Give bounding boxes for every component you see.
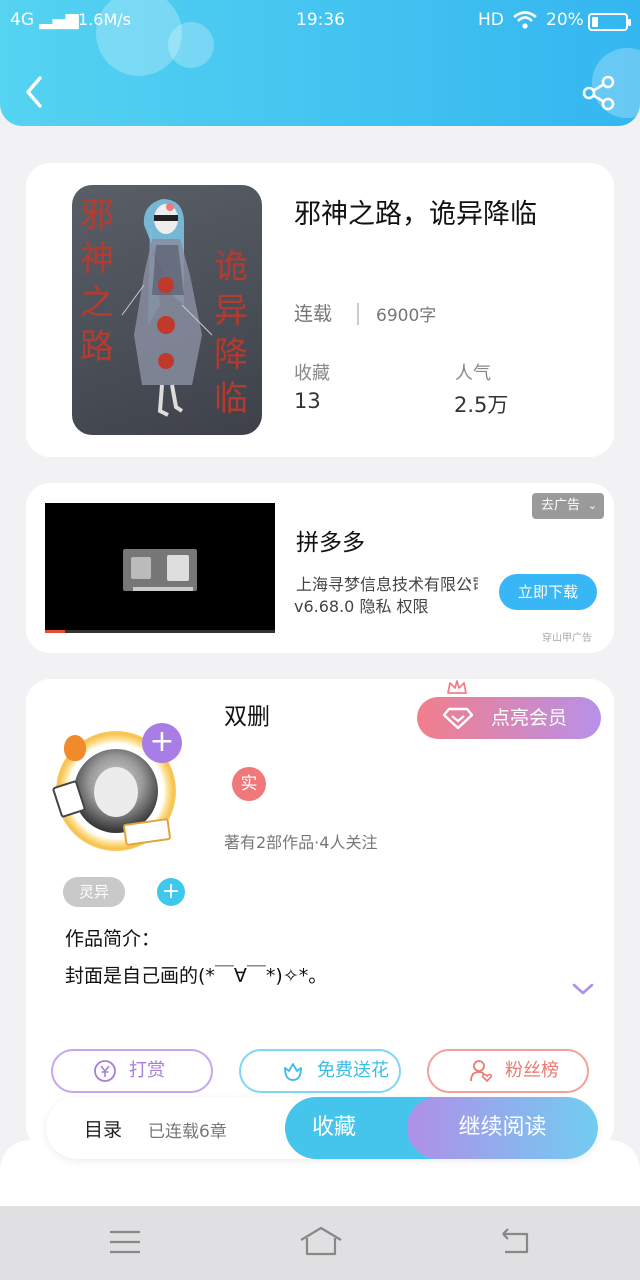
status-bar: 4G ▂▄▆ 1.6M/s 19:36 HD 20% (0, 8, 640, 36)
intro-text: 封面是自己画的(*￣∀￣*)✧*。 (65, 965, 328, 987)
divider (357, 303, 359, 325)
network-label: 4G (10, 10, 34, 30)
ad-source: 穿山甲广告 (542, 633, 592, 644)
vip-button[interactable]: 点亮会员 (417, 697, 601, 739)
word-count: 6900字 (376, 306, 437, 326)
book-info-card: 邪神之路 诡异降临 邪神之路，诡异降临 连载 6900字 收藏 13 人气 2.… (26, 163, 614, 457)
menu-button[interactable] (105, 1224, 145, 1260)
battery-icon (588, 13, 631, 31)
favorites-value: 13 (294, 389, 321, 413)
ad-app-name: 拼多多 (296, 530, 365, 556)
ad-version-line[interactable]: v6.68.0 隐私 权限 (294, 593, 429, 617)
chevron-down-icon[interactable] (571, 981, 595, 997)
continue-reading-button[interactable]: 继续阅读 (407, 1097, 598, 1159)
avatar-frame-flower (64, 735, 86, 761)
plus-icon: + (161, 879, 181, 904)
battery-percent: 20% (546, 10, 584, 30)
ad-video-caption (133, 587, 193, 591)
chevron-down-icon: ⌄ (587, 499, 597, 512)
user-heart-icon (470, 1060, 493, 1083)
fans-label: 粉丝榜 (505, 1060, 559, 1081)
toc-button[interactable]: 目录 (84, 1115, 122, 1142)
remove-ad-button[interactable]: 去广告 ⌄ (532, 493, 604, 519)
header: 4G ▂▄▆ 1.6M/s 19:36 HD 20% (0, 0, 640, 126)
return-button[interactable] (495, 1224, 535, 1260)
system-nav-bar (0, 1206, 640, 1280)
fans-ranking-button[interactable]: 粉丝榜 (427, 1049, 589, 1093)
book-title: 邪神之路，诡异降临 (294, 199, 537, 230)
battery-level (592, 17, 598, 27)
chevron-left-icon (26, 76, 42, 108)
download-button[interactable]: 立即下载 (499, 574, 597, 610)
book-status: 连载 (294, 303, 333, 325)
ad-video-progress (45, 630, 275, 633)
network-indicator: 4G ▂▄▆ (10, 10, 79, 30)
network-speed: 1.6M/s (78, 10, 131, 29)
menu-icon (110, 1230, 140, 1254)
verified-badge: 实 (232, 767, 266, 801)
reward-label: 打赏 (129, 1060, 165, 1081)
ad-company: 上海寻梦信息技术有限公司 (296, 575, 478, 594)
ad-banner[interactable]: 去广告 ⌄ 拼多多 上海寻梦信息技术有限公司 ··· v6.68.0 隐私 权限 … (26, 483, 614, 653)
hd-indicator: HD (478, 10, 504, 30)
author-name: 双删 (224, 704, 270, 730)
share-icon (582, 75, 615, 111)
cover-title-right: 诡异降临 (214, 247, 248, 419)
popularity-label: 人气 (455, 363, 491, 384)
back-button[interactable] (18, 72, 52, 112)
share-button[interactable] (580, 74, 618, 112)
flower-icon (284, 1063, 302, 1081)
home-icon (300, 1226, 342, 1256)
book-cover[interactable]: 邪神之路 诡异降临 (72, 185, 262, 435)
diamond-icon (443, 707, 473, 729)
popularity-value: 2.5万 (454, 393, 509, 417)
add-tag-button[interactable]: + (157, 878, 185, 906)
signal-icon: ▂▄▆ (34, 10, 79, 30)
follow-button[interactable]: + (142, 723, 182, 763)
author-card: + 双删 实 著有2部作品·4人关注 点亮会员 灵异 + 作品简介： 封面是自己… (26, 679, 614, 1149)
send-flower-button[interactable]: 免费送花 (239, 1049, 401, 1093)
genre-tag[interactable]: 灵异 (63, 877, 125, 907)
flower-label: 免费送花 (317, 1060, 389, 1081)
wifi-icon (512, 10, 538, 35)
return-icon (502, 1228, 529, 1254)
intro-label: 作品简介： (65, 928, 161, 950)
remove-ad-label: 去广告 (541, 498, 581, 513)
ad-video-thumbnail (123, 549, 197, 591)
ad-company-ellipsis: ··· (462, 571, 478, 590)
vip-label: 点亮会员 (491, 707, 568, 729)
clock: 19:36 (296, 10, 345, 30)
home-button[interactable] (298, 1224, 344, 1260)
coin-icon (94, 1060, 116, 1082)
author-meta: 著有2部作品·4人关注 (224, 833, 378, 852)
reward-button[interactable]: 打赏 (51, 1049, 213, 1093)
favorites-label: 收藏 (294, 363, 330, 384)
chapter-count[interactable]: 已连载6章 (148, 1117, 227, 1142)
ad-video-progress-fill (45, 630, 65, 633)
crown-icon (447, 680, 467, 694)
ad-video[interactable] (45, 503, 275, 633)
plus-icon: + (149, 724, 175, 759)
read-action-bar: 目录 已连载6章 收藏 继续阅读 (46, 1097, 598, 1159)
